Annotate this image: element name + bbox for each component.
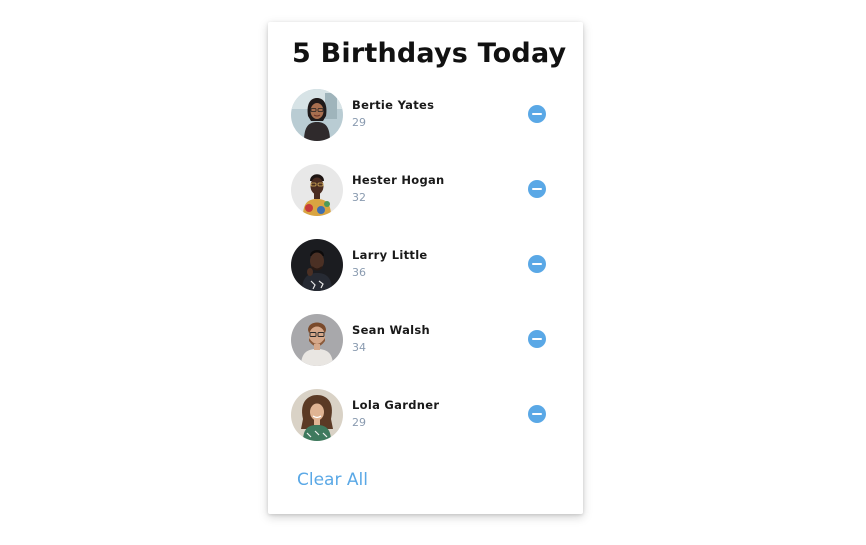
- person-age: 34: [352, 341, 366, 354]
- birthday-list: Bertie Yates 29 Hester Hogan 32 Larry Li…: [268, 88, 583, 463]
- birthday-card: 5 Birthdays Today Bertie Yates 29 Hester…: [268, 22, 583, 514]
- minus-circle-icon: [532, 113, 542, 115]
- person-name: Bertie Yates: [352, 98, 435, 112]
- person-name: Hester Hogan: [352, 173, 445, 187]
- person-name: Larry Little: [352, 248, 428, 262]
- remove-button[interactable]: [528, 105, 546, 123]
- avatar: [291, 389, 343, 441]
- list-item: Hester Hogan 32: [268, 163, 583, 238]
- person-name: Sean Walsh: [352, 323, 431, 337]
- avatar: [291, 164, 343, 216]
- person-age: 32: [352, 191, 366, 204]
- remove-button[interactable]: [528, 180, 546, 198]
- clear-all-button[interactable]: Clear All: [297, 470, 368, 490]
- list-item: Sean Walsh 34: [268, 313, 583, 388]
- person-name: Lola Gardner: [352, 398, 440, 412]
- person-age: 29: [352, 416, 366, 429]
- remove-button[interactable]: [528, 255, 546, 273]
- card-title: 5 Birthdays Today: [292, 38, 567, 69]
- minus-circle-icon: [532, 188, 542, 190]
- avatar: [291, 89, 343, 141]
- person-age: 29: [352, 116, 366, 129]
- minus-circle-icon: [532, 338, 542, 340]
- person-age: 36: [352, 266, 366, 279]
- remove-button[interactable]: [528, 405, 546, 423]
- minus-circle-icon: [532, 413, 542, 415]
- avatar: [291, 314, 343, 366]
- avatar: [291, 239, 343, 291]
- minus-circle-icon: [532, 263, 542, 265]
- remove-button[interactable]: [528, 330, 546, 348]
- list-item: Larry Little 36: [268, 238, 583, 313]
- list-item: Lola Gardner 29: [268, 388, 583, 463]
- list-item: Bertie Yates 29: [268, 88, 583, 163]
